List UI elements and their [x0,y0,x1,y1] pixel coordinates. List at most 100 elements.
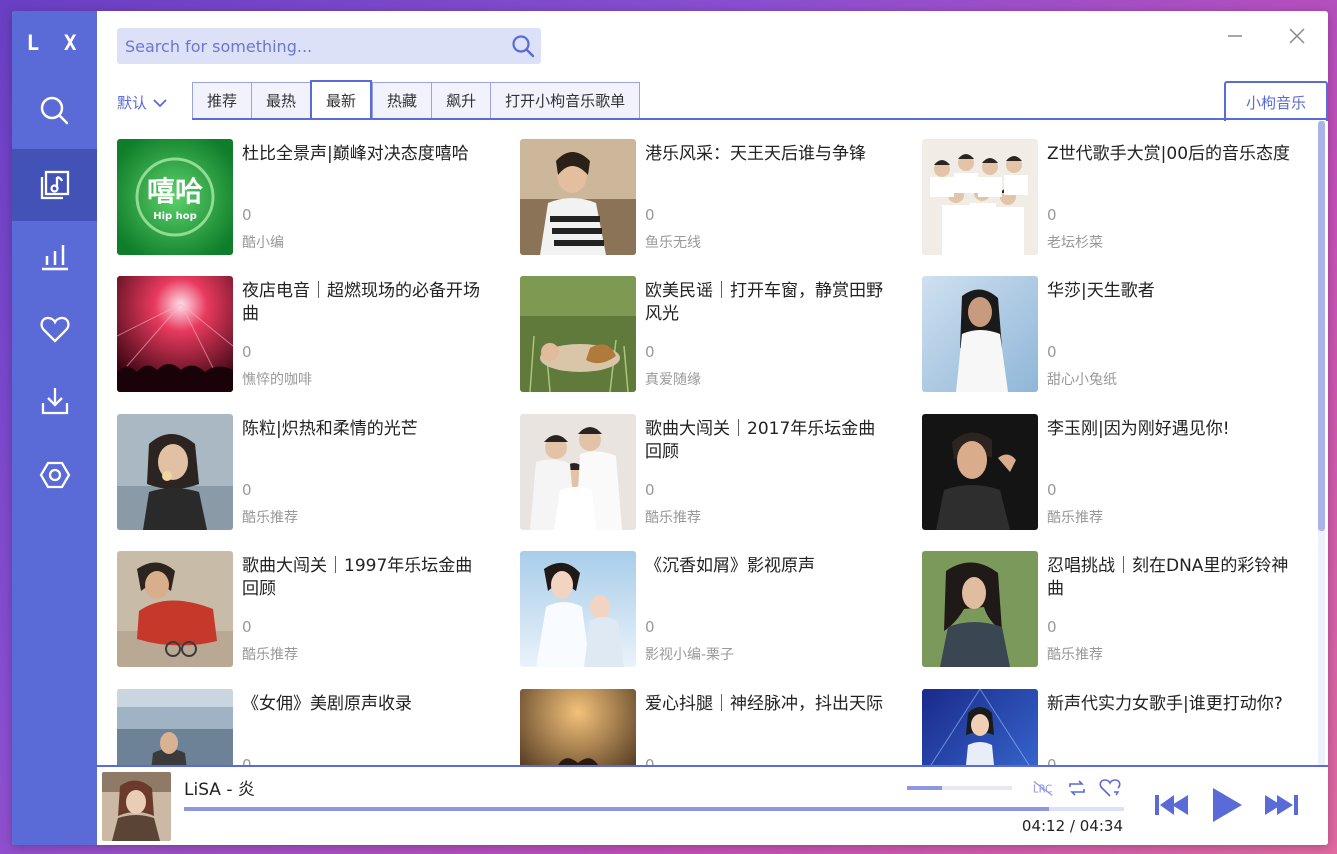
source-selector[interactable]: 小枸音乐 [1224,81,1328,121]
playlist-cover [922,551,1038,667]
playlist-play-count: 0 [645,206,655,224]
playlist-cover [117,276,233,392]
playlist-title: 爱心抖腿｜神经脉冲，抖出天际 [645,694,883,714]
playlist-play-count: 0 [242,206,252,224]
playlist-title: 华莎|天生歌者 [1047,281,1155,301]
playlist-card[interactable]: 歌曲大闯关｜2017年乐坛金曲回顾 0 酷乐推荐 [520,414,900,530]
repeat-icon [1069,780,1085,796]
previous-icon [1155,795,1188,815]
volume-fill [907,786,942,790]
playlist-play-count: 0 [645,481,655,499]
playlist-cover: 嘻哈 Hip hop [117,139,233,255]
search-bar [117,28,541,64]
minimize-button[interactable] [1220,21,1250,51]
tab-hot-collect[interactable]: 热藏 [372,82,432,120]
time-separator: / [1069,817,1075,835]
tab-newest[interactable]: 最新 [310,80,373,120]
playlist-cover [520,414,636,530]
lrc-icon: LRC [1033,781,1053,796]
search-input[interactable] [117,36,505,56]
search-icon [512,35,535,58]
repeat-button[interactable] [1065,778,1089,798]
sidebar-item-song-list[interactable] [12,149,97,221]
playlist-title: 《沉香如屑》影视原声 [645,556,815,576]
playlist-author: 鱼乐无线 [645,235,701,251]
settings-icon [39,461,70,489]
playlist-play-count: 0 [1047,206,1057,224]
app-window: L X Search for something... 默认 推荐 最热 最新 … [12,11,1328,845]
playlist-author: 酷乐推荐 [242,647,298,663]
now-playing-title: LiSA - 炎 [184,780,255,800]
chevron-down-icon [153,98,167,107]
playlist-author: 甜心小兔纸 [1047,372,1117,388]
scrollbar-thumb[interactable] [1318,121,1325,531]
playlist-cover [520,276,636,392]
volume-slider[interactable] [907,786,1012,790]
tab-open-playlist[interactable]: 打开小枸音乐歌单 [490,82,641,120]
playlist-author: 酷乐推荐 [645,510,701,526]
playlist-cover [520,689,636,765]
playlist-card[interactable]: 夜店电音｜超燃现场的必备开场曲 0 憔悴的咖啡 [117,276,497,392]
playlist-card[interactable]: 欧美民谣｜打开车窗，静赏田野风光 0 真爱随缘 [520,276,900,392]
sort-dropdown-label: 默认 [117,94,148,112]
playlist-card[interactable]: 《女佣》美剧原声收录 0 [117,689,497,765]
play-button[interactable] [1209,786,1245,824]
playlist-title: 杜比全景声|巅峰对决态度嘻哈 [242,144,469,164]
lyrics-toggle[interactable]: LRC [1032,778,1056,798]
playlist-cover [922,414,1038,530]
playlist-title: 李玉刚|因为刚好遇见你! [1047,419,1230,439]
playlist-author: 酷乐推荐 [1047,510,1103,526]
playlist-card[interactable]: Z世代歌手大赏|00后的音乐态度 0 老坛杉菜 [922,139,1302,255]
next-button[interactable] [1260,786,1300,824]
playlist-play-count: 0 [1047,756,1057,765]
favorite-toggle[interactable] [1098,778,1122,798]
playlist-cover [520,551,636,667]
playlist-cover [117,689,233,765]
playlist-card[interactable]: 新声代实力女歌手|谁更打动你? 0 [922,689,1302,765]
svg-text:LRC: LRC [1033,785,1052,796]
playlist-play-count: 0 [645,618,655,636]
tab-hottest[interactable]: 最热 [251,82,311,120]
sidebar-item-settings[interactable] [12,439,97,511]
playlist-cover [922,139,1038,255]
playlist-cover [922,689,1038,765]
close-icon [1289,28,1305,44]
playlist-title: 欧美民谣｜打开车窗，静赏田野风光 [645,281,883,324]
sidebar-item-search[interactable] [12,75,97,147]
download-icon [41,388,68,415]
music-list-icon [40,170,69,200]
now-playing-cover[interactable] [102,772,171,841]
tab-rising[interactable]: 飙升 [431,82,491,120]
heart-loop-icon [1099,779,1121,797]
chart-icon [41,245,68,271]
playlist-author: 憔悴的咖啡 [242,372,312,388]
app-logo: L X [26,31,83,55]
playlist-play-count: 0 [242,618,252,636]
sidebar-item-download[interactable] [12,365,97,437]
playlist-card[interactable]: 陈粒|炽热和柔情的光芒 0 酷乐推荐 [117,414,497,530]
playlist-title: 夜店电音｜超燃现场的必备开场曲 [242,281,480,324]
playlist-card[interactable]: 忍唱挑战｜刻在DNA里的彩铃神曲 0 酷乐推荐 [922,551,1302,667]
minimize-icon [1228,35,1242,37]
tab-underline [192,118,1328,120]
progress-bar[interactable] [184,807,1124,811]
sidebar-item-favorites[interactable] [12,293,97,365]
playlist-card[interactable]: 嘻哈 Hip hop 杜比全景声|巅峰对决态度嘻哈 0 酷小编 [117,139,497,255]
tab-recommend[interactable]: 推荐 [192,82,252,120]
close-button[interactable] [1282,21,1312,51]
playlist-card[interactable]: 歌曲大闯关｜1997年乐坛金曲回顾 0 酷乐推荐 [117,551,497,667]
playlist-card[interactable]: 华莎|天生歌者 0 甜心小兔纸 [922,276,1302,392]
playlist-card[interactable]: 《沉香如屑》影视原声 0 影视小编-栗子 [520,551,900,667]
heart-icon [39,316,70,343]
playlist-card[interactable]: 李玉刚|因为刚好遇见你! 0 酷乐推荐 [922,414,1302,530]
playlist-author: 老坛杉菜 [1047,235,1103,251]
sidebar-item-leaderboard[interactable] [12,221,97,293]
cover-text: 嘻哈 [147,175,203,208]
play-icon [1213,788,1242,822]
sort-dropdown[interactable]: 默认 [117,92,167,113]
previous-button[interactable] [1153,786,1193,824]
playlist-card[interactable]: 港乐风采：天王天后谁与争锋 0 鱼乐无线 [520,139,900,255]
search-button[interactable] [505,28,541,64]
playlist-play-count: 0 [1047,481,1057,499]
playlist-card[interactable]: 爱心抖腿｜神经脉冲，抖出天际 0 [520,689,900,765]
